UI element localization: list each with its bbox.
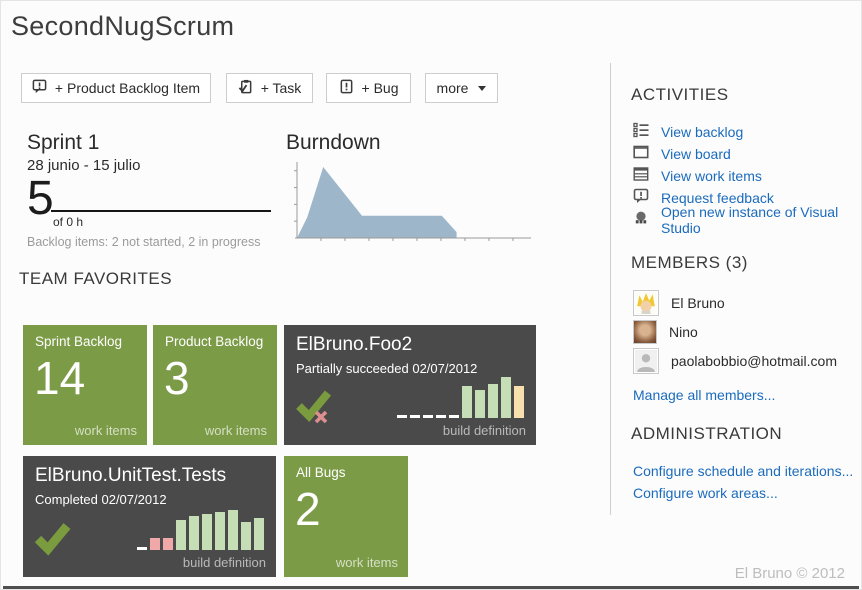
member-name: Nino xyxy=(669,324,698,340)
tile-title: ElBruno.Foo2 xyxy=(296,334,412,356)
build-bar xyxy=(514,386,524,418)
build-bar xyxy=(215,512,225,550)
build-bar xyxy=(176,520,186,550)
tile-count: 2 xyxy=(295,486,321,532)
chevron-down-icon xyxy=(478,86,486,91)
build-bar xyxy=(423,415,433,418)
tile-caption: build definition xyxy=(183,555,266,570)
capacity-divider xyxy=(51,210,271,212)
configure-work-areas-link[interactable]: Configure work areas... xyxy=(633,485,778,501)
backlog-icon xyxy=(633,122,649,143)
configure-schedule-link[interactable]: Configure schedule and iterations... xyxy=(633,463,853,479)
administration-heading: ADMINISTRATION xyxy=(631,424,782,444)
feedback-bubble-icon xyxy=(633,188,649,209)
build-bar xyxy=(228,510,238,550)
page-title: SecondNugScrum xyxy=(11,11,234,42)
build-bar xyxy=(150,538,160,550)
burndown-title: Burndown xyxy=(286,131,381,155)
activities-heading: ACTIVITIES xyxy=(631,85,729,105)
tile-caption: work items xyxy=(336,555,398,570)
sprint-remaining-work: 5 xyxy=(27,175,54,223)
sprint-backlog-summary: Backlog items: 2 not started, 2 in progr… xyxy=(27,235,260,249)
succeeded-icon xyxy=(35,522,71,561)
frame-bottom-edge xyxy=(3,586,859,589)
tile-caption: work items xyxy=(75,423,137,438)
build-status: Completed 02/07/2012 xyxy=(35,492,167,507)
members-heading: MEMBERS (3) xyxy=(631,253,748,273)
button-label: more xyxy=(437,80,469,96)
button-label: + Bug xyxy=(362,80,399,96)
more-button[interactable]: more xyxy=(425,73,498,103)
build-bar xyxy=(410,415,420,418)
tile-title: Product Backlog xyxy=(165,334,263,349)
member-row: paolabobbio@hotmail.com xyxy=(633,348,837,374)
build-bar xyxy=(462,386,472,418)
task-icon xyxy=(238,79,253,97)
avatar xyxy=(633,348,659,374)
tile-title: Sprint Backlog xyxy=(35,334,122,349)
build-history-bars xyxy=(397,377,524,418)
activity-view-backlog[interactable]: View backlog xyxy=(633,123,743,141)
build-bar xyxy=(475,390,485,418)
build-bar xyxy=(436,415,446,418)
tile-title: All Bugs xyxy=(296,465,346,480)
activity-view-work-items[interactable]: View work items xyxy=(633,167,762,185)
member-row: El Bruno xyxy=(633,290,725,316)
tile-build-elbruno-foo2[interactable]: ElBruno.Foo2 Partially succeeded 02/07/2… xyxy=(284,325,536,445)
view-work-items-link[interactable]: View work items xyxy=(661,168,762,184)
tile-sprint-backlog[interactable]: Sprint Backlog 14 work items xyxy=(23,325,147,445)
bug-icon xyxy=(339,79,354,97)
build-bar xyxy=(501,377,511,418)
build-bar xyxy=(241,522,251,550)
tile-caption: build definition xyxy=(443,423,526,438)
board-icon xyxy=(633,144,649,165)
sprint-name: Sprint 1 xyxy=(27,131,99,155)
build-bar xyxy=(189,516,199,550)
tile-title: ElBruno.UnitTest.Tests xyxy=(35,465,226,487)
tile-caption: work items xyxy=(205,423,267,438)
project-home-page: SecondNugScrum + Product Backlog Item + … xyxy=(0,0,862,590)
tile-all-bugs[interactable]: All Bugs 2 work items xyxy=(284,456,408,577)
watermark: El Bruno © 2012 xyxy=(735,565,845,582)
build-history-bars xyxy=(137,510,264,550)
build-bar xyxy=(137,547,147,550)
team-favorites-heading: TEAM FAVORITES xyxy=(19,269,172,289)
add-product-backlog-item-button[interactable]: + Product Backlog Item xyxy=(21,73,211,103)
member-row: Nino xyxy=(633,319,698,345)
activity-view-board[interactable]: View board xyxy=(633,145,731,163)
tile-count: 3 xyxy=(164,355,190,401)
burndown-polygon xyxy=(297,167,457,238)
build-bar xyxy=(488,384,498,418)
build-bar xyxy=(449,415,459,418)
tile-count: 14 xyxy=(34,355,85,401)
build-bar xyxy=(202,514,212,550)
visual-studio-icon xyxy=(633,210,649,231)
member-name: paolabobbio@hotmail.com xyxy=(671,353,837,369)
add-bug-button[interactable]: + Bug xyxy=(326,73,411,103)
view-backlog-link[interactable]: View backlog xyxy=(661,124,743,140)
avatar xyxy=(633,320,657,344)
sprint-capacity-label: of 0 h xyxy=(53,215,83,229)
product-backlog-item-icon xyxy=(32,79,47,97)
tile-product-backlog[interactable]: Product Backlog 3 work items xyxy=(153,325,277,445)
open-visual-studio-link[interactable]: Open new instance of Visual Studio xyxy=(661,204,861,236)
build-bar xyxy=(163,538,173,550)
add-task-button[interactable]: + Task xyxy=(226,73,313,103)
activity-open-visual-studio[interactable]: Open new instance of Visual Studio xyxy=(633,211,861,229)
member-name: El Bruno xyxy=(671,295,725,311)
manage-all-members-link[interactable]: Manage all members... xyxy=(633,387,775,403)
burndown-chart xyxy=(291,158,537,251)
view-board-link[interactable]: View board xyxy=(661,146,731,162)
partially-succeeded-icon xyxy=(296,390,332,429)
avatar xyxy=(633,290,659,316)
tile-build-elbruno-unittest-tests[interactable]: ElBruno.UnitTest.Tests Completed 02/07/2… xyxy=(23,456,276,577)
vertical-divider xyxy=(610,63,611,515)
build-bar xyxy=(397,415,407,418)
button-label: + Product Backlog Item xyxy=(55,80,200,96)
work-items-icon xyxy=(633,166,649,187)
button-label: + Task xyxy=(261,80,302,96)
build-bar xyxy=(254,518,264,550)
build-status: Partially succeeded 02/07/2012 xyxy=(296,361,477,376)
